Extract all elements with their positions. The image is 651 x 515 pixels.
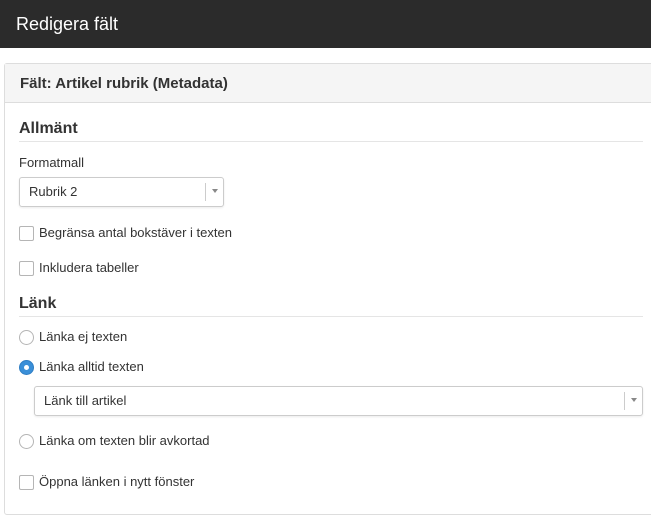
link-never-radio[interactable] <box>19 330 34 345</box>
link-truncated-radio[interactable] <box>19 434 34 449</box>
include-tables-checkbox[interactable] <box>19 261 34 276</box>
limit-chars-label[interactable]: Begränsa antal bokstäver i texten <box>39 225 232 240</box>
chevron-down-icon[interactable] <box>212 189 218 193</box>
link-target-select[interactable]: Länk till artikel <box>34 386 643 416</box>
section-divider <box>19 316 643 317</box>
include-tables-label[interactable]: Inkludera tabeller <box>39 260 139 275</box>
section-divider <box>19 141 643 142</box>
style-select-value: Rubrik 2 <box>29 184 78 199</box>
chevron-down-icon[interactable] <box>631 398 637 402</box>
new-window-checkbox[interactable] <box>19 475 34 490</box>
link-target-value: Länk till artikel <box>44 393 127 408</box>
link-never-label[interactable]: Länka ej texten <box>39 329 127 344</box>
panel-title: Fält: Artikel rubrik (Metadata) <box>20 75 228 92</box>
select-divider <box>205 183 206 201</box>
style-label: Formatmall <box>19 155 85 170</box>
section-title-link: Länk <box>19 295 57 312</box>
style-select[interactable]: Rubrik 2 <box>19 177 224 207</box>
panel-heading: Fält: Artikel rubrik (Metadata) <box>5 64 651 103</box>
select-divider <box>624 392 625 410</box>
window-title: Redigera fält <box>16 14 119 34</box>
link-always-label[interactable]: Länka alltid texten <box>39 359 144 374</box>
new-window-label[interactable]: Öppna länken i nytt fönster <box>39 474 194 489</box>
limit-chars-checkbox[interactable] <box>19 226 34 241</box>
link-always-radio[interactable] <box>19 360 34 375</box>
section-title-general: Allmänt <box>19 120 78 137</box>
link-truncated-label[interactable]: Länka om texten blir avkortad <box>39 433 210 448</box>
title-bar: Redigera fält <box>0 0 651 48</box>
